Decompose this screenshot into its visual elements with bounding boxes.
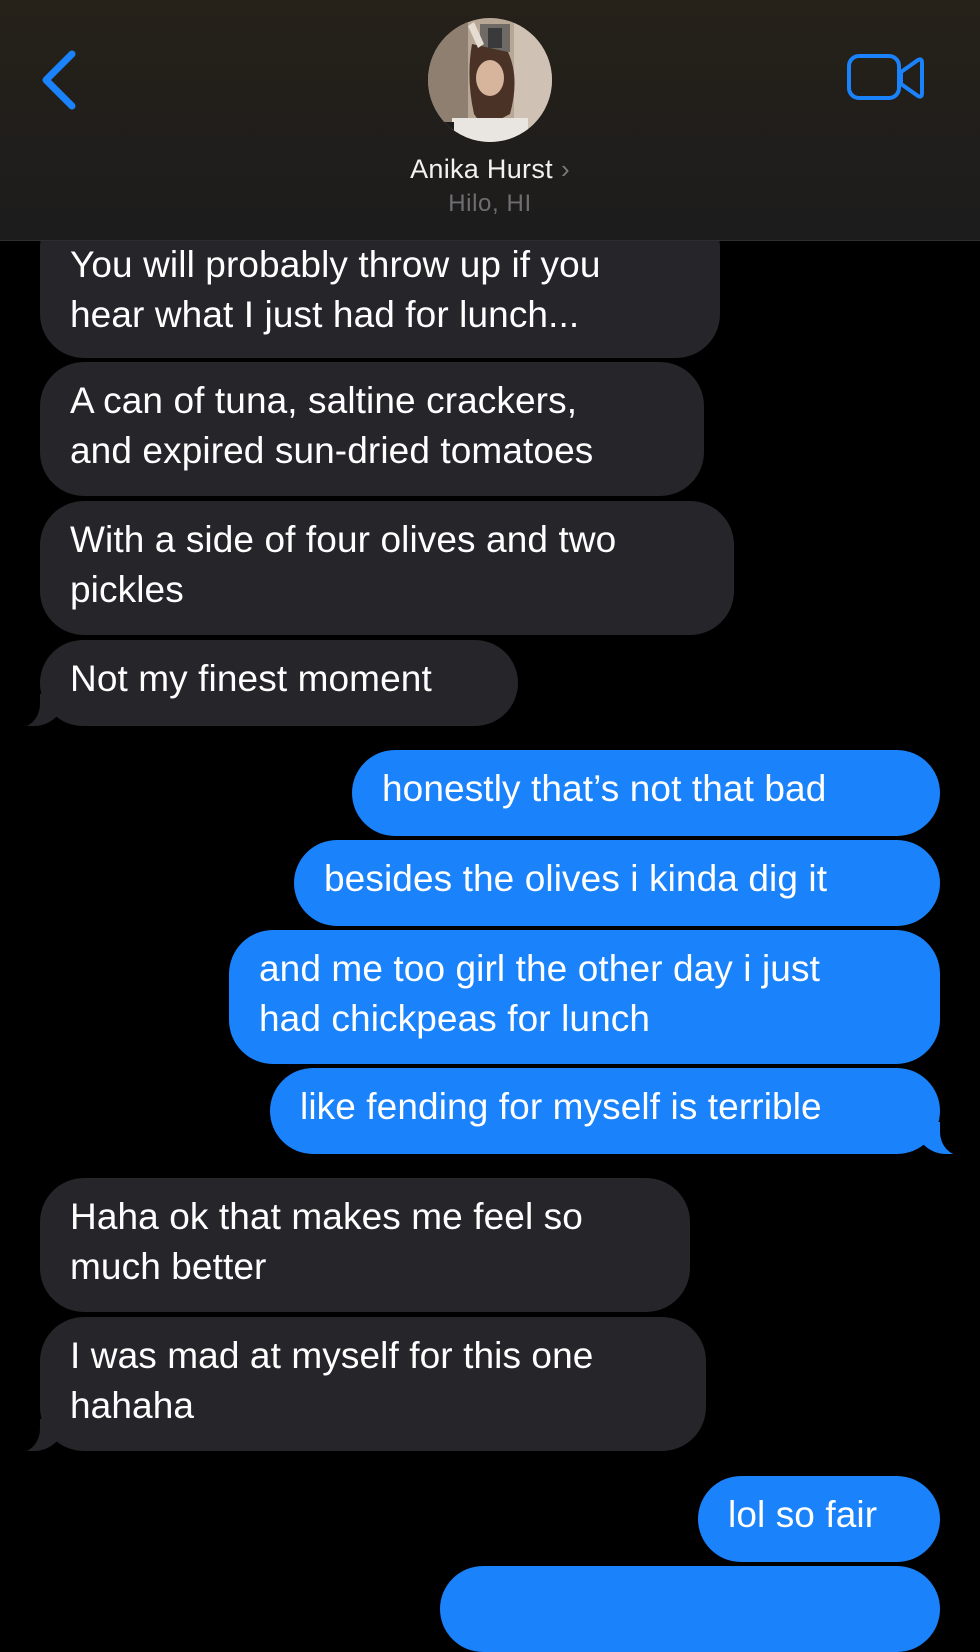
message-text-line: much better xyxy=(70,1246,267,1287)
message-text-line: besides the olives i kinda dig it xyxy=(324,858,828,899)
message-text-line: honestly that’s not that bad xyxy=(382,768,827,809)
message-text-line: Not my finest moment xyxy=(70,658,432,699)
message-text-line: hahaha xyxy=(70,1385,195,1426)
contact-location: Hilo, HI xyxy=(448,190,532,217)
message-bubble-incoming[interactable]: A can of tuna, saltine crackers, and exp… xyxy=(40,362,704,496)
contact-name: Anika Hurst xyxy=(410,154,553,184)
avatar[interactable] xyxy=(428,18,552,142)
message-bubble-outgoing[interactable]: like fending for myself is terrible xyxy=(270,1068,966,1156)
back-button[interactable] xyxy=(30,40,90,120)
message-bubble-outgoing-partial[interactable] xyxy=(440,1566,940,1652)
conversation-header: Anika Hurst › Hilo, HI xyxy=(0,0,980,241)
contact-name-button[interactable]: Anika Hurst › xyxy=(0,154,980,185)
contact-photo xyxy=(428,18,552,142)
message-text-line: Haha ok that makes me feel so xyxy=(70,1196,583,1237)
video-camera-icon xyxy=(847,54,924,100)
message-text-line: I was mad at myself for this one xyxy=(70,1335,594,1376)
message-bubble-incoming[interactable]: Not my finest moment xyxy=(14,640,518,728)
chevron-left-icon xyxy=(42,50,76,110)
message-text-line: A can of tuna, saltine crackers, xyxy=(70,380,578,421)
message-text-line: like fending for myself is terrible xyxy=(300,1086,822,1127)
message-text-line: You will probably throw up if you xyxy=(70,244,601,285)
message-text-line: hear what I just had for lunch... xyxy=(70,294,580,335)
message-text-line: pickles xyxy=(70,569,184,610)
message-bubble-outgoing[interactable]: lol so fair xyxy=(698,1476,940,1562)
message-text-line: had chickpeas for lunch xyxy=(259,998,651,1039)
facetime-video-button[interactable] xyxy=(846,50,926,106)
message-text-line: lol so fair xyxy=(728,1494,878,1535)
message-bubble-outgoing[interactable]: honestly that’s not that bad xyxy=(352,750,940,836)
chevron-right-icon: › xyxy=(560,154,570,184)
message-bubble-incoming[interactable]: Haha ok that makes me feel so much bette… xyxy=(40,1178,690,1312)
message-bubble-outgoing[interactable]: and me too girl the other day i just had… xyxy=(229,930,940,1064)
message-bubble-incoming[interactable]: With a side of four olives and two pickl… xyxy=(40,501,734,635)
message-bubble-incoming[interactable]: You will probably throw up if you hear w… xyxy=(40,226,720,358)
message-text-line: With a side of four olives and two xyxy=(70,519,617,560)
message-text-line: and expired sun-dried tomatoes xyxy=(70,430,594,471)
message-bubble-outgoing[interactable]: besides the olives i kinda dig it xyxy=(294,840,940,926)
message-bubble-incoming[interactable]: I was mad at myself for this one hahaha xyxy=(14,1317,706,1453)
message-text-line: and me too girl the other day i just xyxy=(259,948,820,989)
